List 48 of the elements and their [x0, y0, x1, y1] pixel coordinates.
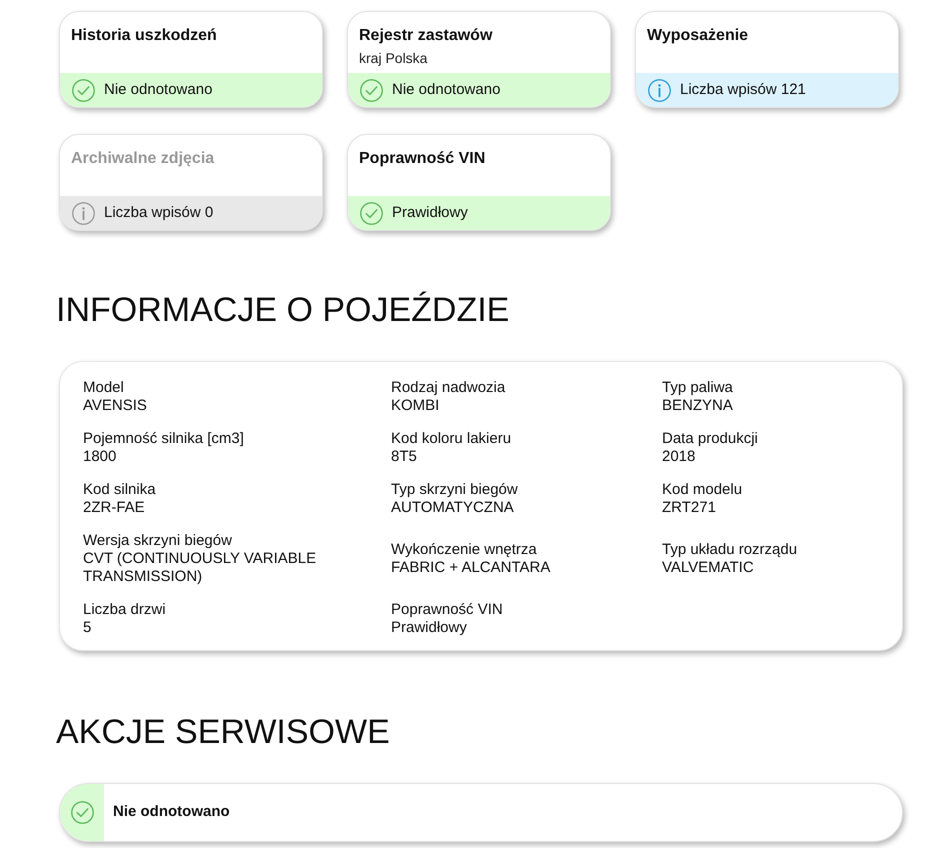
field-value: KOMBI [391, 397, 440, 415]
field-label: Kod koloru lakieru [391, 430, 512, 448]
field-value: AVENSIS [83, 397, 147, 415]
card-subtitle: kraj Polska [359, 49, 428, 68]
status-text: Nie odnotowano [113, 802, 230, 822]
card-title: Historia uszkodzeń [71, 26, 218, 46]
section-heading: INFORMACJE O POJEŹDZIE [56, 290, 510, 330]
field-label: Wersja skrzyni biegów [83, 532, 232, 550]
info-circle-icon [72, 202, 95, 224]
status-text: Nie odnotowano [392, 80, 500, 100]
field-value: 2018 [662, 448, 696, 466]
field-value: AUTOMATYCZNA [391, 499, 514, 517]
field-label: Model [83, 379, 124, 397]
check-circle-icon [70, 801, 94, 824]
status-text: Prawidłowy [392, 202, 468, 223]
card-title: Archiwalne zdjęcia [71, 149, 216, 169]
field-value: 1800 [83, 448, 116, 466]
field-value: 5 [83, 619, 92, 637]
field-label: Pojemność silnika [cm3] [83, 430, 244, 448]
section-heading: AKCJE SERWISOWE [56, 712, 390, 752]
field-label: Typ paliwa [662, 379, 733, 397]
card-title: Poprawność VIN [359, 149, 486, 169]
field-value: 2ZR-FAE [83, 499, 145, 517]
field-value: ZRT271 [662, 499, 716, 517]
status-text: Liczba wpisów 0 [104, 202, 214, 223]
field-label: Kod modelu [662, 481, 742, 499]
status-text: Nie odnotowano [104, 80, 212, 100]
field-value: BENZYNA [662, 397, 733, 415]
field-value: FABRIC + ALCANTARA [391, 559, 550, 577]
field-label: Wykończenie wnętrza [391, 541, 537, 559]
field-label: Liczba drzwi [83, 601, 166, 619]
card-title: Wyposażenie [647, 26, 750, 46]
field-label: Typ skrzyni biegów [391, 481, 518, 499]
field-value: 8T5 [391, 448, 417, 466]
field-label: Rodzaj nadwozia [391, 379, 506, 397]
info-circle-icon [648, 78, 671, 102]
field-label: Typ układu rozrządu [662, 541, 798, 559]
check-circle-icon [360, 202, 383, 224]
check-circle-icon [72, 78, 95, 102]
field-value: VALVEMATIC [662, 559, 754, 577]
field-value: CVT (CONTINUOUSLY VARIABLE TRANSMISSION) [83, 550, 318, 586]
check-circle-icon [360, 78, 383, 102]
field-label: Poprawność VIN [391, 601, 503, 619]
status-text: Liczba wpisów 121 [680, 80, 806, 100]
card-title: Rejestr zastawów [359, 26, 494, 46]
field-label: Data produkcji [662, 430, 758, 448]
field-label: Kod silnika [83, 481, 156, 499]
field-value: Prawidłowy [391, 619, 467, 637]
